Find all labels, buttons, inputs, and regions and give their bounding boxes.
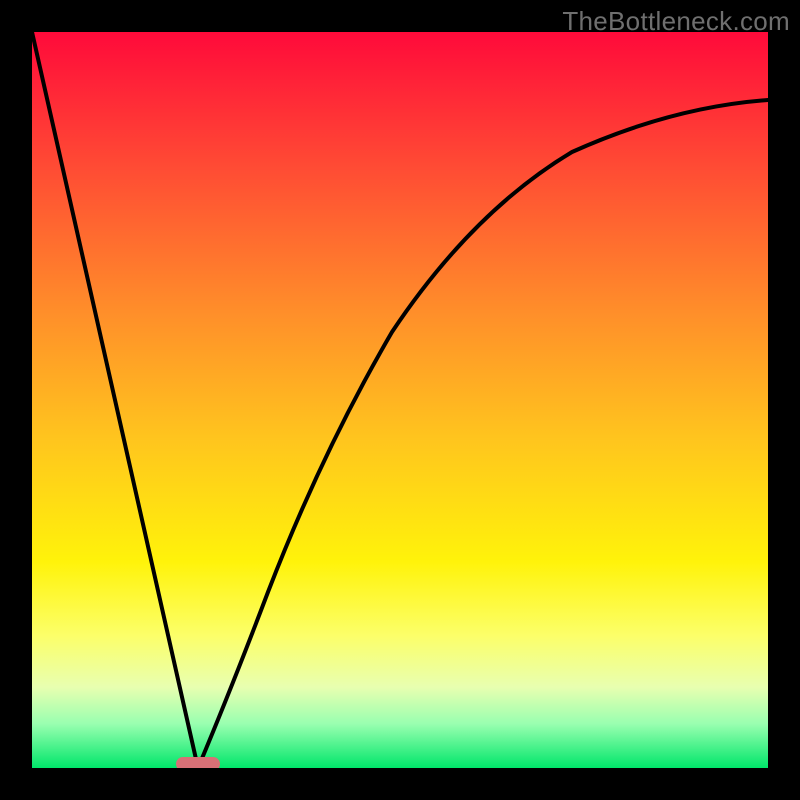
right-curve-line: [198, 100, 768, 768]
bottleneck-marker: [176, 757, 220, 768]
chart-frame: TheBottleneck.com: [0, 0, 800, 800]
plot-area: [32, 32, 768, 768]
left-curve-line: [32, 32, 198, 768]
curve-layer: [32, 32, 768, 768]
